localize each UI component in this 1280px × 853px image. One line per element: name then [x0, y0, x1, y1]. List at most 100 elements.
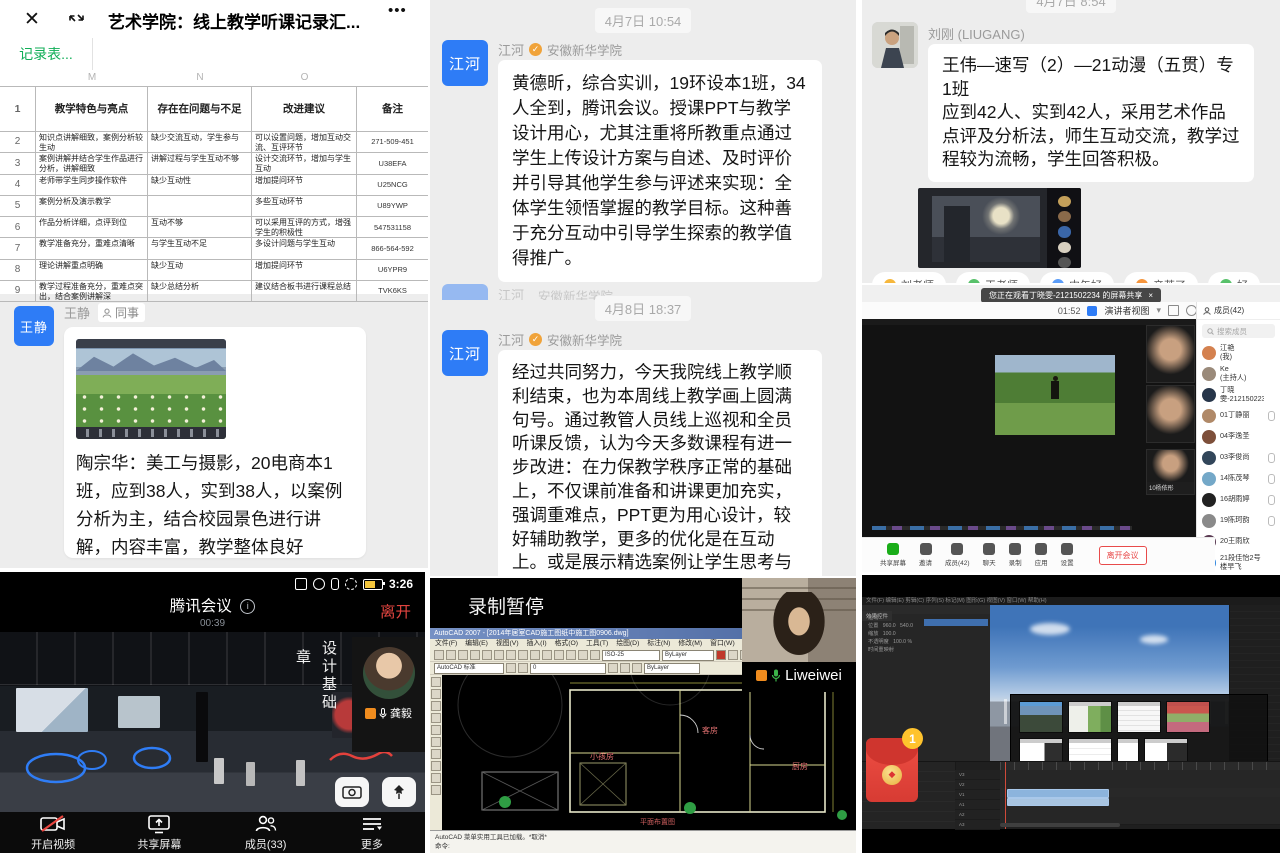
dim-style-select[interactable]: ISO-25: [602, 650, 660, 661]
alarm-icon: [313, 578, 325, 590]
effect-row: 时间重映射: [862, 646, 990, 654]
plan-title: 平面布置图: [640, 817, 675, 827]
participant-row[interactable]: 03李俊尚: [1197, 447, 1280, 468]
column-letters: LMNO: [0, 70, 428, 86]
participant-avatar: [1202, 472, 1216, 486]
workspace-select[interactable]: AutoCAD 标准: [434, 663, 504, 674]
mic-icon: [379, 708, 387, 719]
close-icon[interactable]: ✕: [24, 8, 40, 31]
menu-item[interactable]: 窗口(W): [710, 639, 735, 649]
meeting-toolbar-button[interactable]: 应用: [1035, 543, 1048, 567]
colleague-tag: 同事: [98, 303, 145, 322]
participant-row[interactable]: 江艳 (我): [1197, 342, 1280, 363]
sender-name: 刘刚 (LIUGANG): [928, 24, 1025, 43]
meeting-toolbar-button[interactable]: 邀请: [919, 543, 932, 567]
quick-reply-pill[interactable]: 辛苦了: [1124, 272, 1198, 283]
track-headers: V3V2V1A1A2A3: [955, 770, 1000, 829]
h-scrollbar[interactable]: [1000, 823, 1120, 827]
participant-row[interactable]: 19陈珂韵: [1197, 510, 1280, 531]
video-clip[interactable]: [1007, 798, 1109, 806]
menu-item[interactable]: 格式(O): [555, 639, 578, 649]
quick-reply-pill[interactable]: 中午好: [1040, 272, 1114, 283]
layout-icon: [1087, 306, 1097, 316]
sheet-tab[interactable]: 记录表...: [0, 38, 93, 70]
participant-avatar: [363, 647, 415, 699]
timeline-ruler[interactable]: [1000, 762, 1280, 770]
video-screenshot-image[interactable]: [76, 339, 226, 439]
menu-item[interactable]: 绘图(D): [616, 639, 639, 649]
members-button[interactable]: 成员(33): [213, 812, 319, 853]
mic-icon: [1268, 474, 1275, 484]
close-icon[interactable]: ×: [1148, 291, 1153, 300]
menu-item[interactable]: 工具(T): [586, 639, 608, 649]
float-window-icon[interactable]: [66, 9, 88, 32]
watching-tooltip: 您正在观看丁晓雯-2121502234 的屏幕共享 ×: [981, 288, 1161, 303]
meeting-toolbar: 开启视频 共享屏幕 成员(33) 更多: [0, 812, 425, 853]
switch-camera-button[interactable]: [335, 777, 369, 807]
search-input[interactable]: 搜索成员: [1202, 324, 1275, 338]
meeting-toolbar: 共享屏幕 邀请 成员(42) 聊天 录制 应用 设置 离开会议: [862, 537, 1215, 572]
participant-row[interactable]: 16胡雨婷: [1197, 489, 1280, 510]
playhead[interactable]: [1005, 762, 1006, 829]
start-video-button[interactable]: 开启视频: [0, 812, 106, 853]
leave-meeting-button[interactable]: 离开会议: [1099, 546, 1147, 565]
editor-menubar: 文件(F) 编辑(E) 剪辑(C) 序列(S) 标记(M) 图形(G) 视图(V…: [862, 597, 1280, 605]
participant-avatar: [1202, 409, 1216, 423]
leave-button[interactable]: 离开: [380, 600, 411, 622]
emoji-icon: [968, 279, 980, 283]
avatar[interactable]: 江河: [442, 330, 488, 376]
table-row: 3 案例讲解并结合学生作品进行分析，讲解细致 讲解过程与学生互动不够 设计交流环…: [0, 153, 428, 174]
more-menu-icon[interactable]: •••: [388, 2, 407, 19]
room-label: 厨房: [792, 761, 808, 772]
menu-item[interactable]: 插入(I): [527, 639, 547, 649]
video-clip[interactable]: [1007, 789, 1109, 798]
meeting-toolbar-button[interactable]: 设置: [1061, 543, 1074, 567]
quick-reply-pill[interactable]: 王老师: [956, 272, 1030, 283]
recording-panel: 录制暂停 Liweiwei AutoCAD 2007 - [2014年居室CAD…: [430, 578, 856, 853]
participant-thumb: [1058, 196, 1071, 207]
toolbar-icon: [951, 543, 963, 555]
presenter-webcam: Liweiwei: [742, 578, 856, 692]
meeting-toolbar-button[interactable]: 聊天: [983, 543, 996, 567]
more-button[interactable]: 更多: [319, 812, 425, 853]
pin-button[interactable]: [382, 777, 416, 807]
menu-item[interactable]: 文件(F): [435, 639, 457, 649]
date-divider: 4月8日 18:37: [595, 296, 692, 321]
info-icon[interactable]: i: [240, 599, 255, 614]
menu-item[interactable]: 编辑(E): [465, 639, 488, 649]
quick-reply-pill[interactable]: 刘老师: [872, 272, 946, 283]
quick-reply-pill[interactable]: 好: [1208, 272, 1260, 283]
menu-item[interactable]: 标注(N): [647, 639, 670, 649]
track-label: A2: [955, 810, 1000, 820]
cad-command-line[interactable]: AutoCAD 菜单实用工具已加载。*取消* 命令:: [430, 830, 856, 853]
participant-row[interactable]: Ke (主持人): [1197, 363, 1280, 384]
menu-item[interactable]: 视图(V): [496, 639, 519, 649]
participant-row[interactable]: 04李逸圣: [1197, 426, 1280, 447]
meeting-toolbar-button[interactable]: 录制: [1009, 543, 1022, 567]
fullscreen-icon[interactable]: [1168, 305, 1179, 316]
pin-icon: [391, 784, 407, 800]
avatar[interactable]: 江河: [442, 40, 488, 86]
window-thumbnail[interactable]: [1068, 701, 1112, 733]
share-screen-button[interactable]: 共享屏幕: [106, 812, 212, 853]
avatar[interactable]: 王静: [14, 306, 54, 346]
webcam-tile: [1146, 325, 1195, 383]
participant-row[interactable]: 01丁静丽: [1197, 405, 1280, 426]
artwork-screenshot-image[interactable]: [918, 188, 1081, 268]
slide-text-vertical: 设计基础: [318, 640, 339, 712]
view-mode-select[interactable]: 演讲者视图: [1104, 304, 1149, 317]
window-thumbnail[interactable]: [1117, 701, 1161, 733]
layer-select[interactable]: 0: [530, 663, 606, 674]
avatar[interactable]: [872, 22, 918, 68]
participant-row[interactable]: 14陈茂琴: [1197, 468, 1280, 489]
participant-row[interactable]: 丁晓雯-2121502234: [1197, 384, 1280, 405]
color-select[interactable]: ByLayer: [662, 650, 714, 661]
menu-item[interactable]: 修改(M): [678, 639, 702, 649]
window-thumbnail[interactable]: [1019, 701, 1063, 733]
slide-text: 章: [296, 646, 311, 667]
window-thumbnail[interactable]: [1166, 701, 1210, 733]
table-row: 2 知识点讲解细致，案例分析较生动 缺少交流互动，学生参与 可以设置问题，增加互…: [0, 132, 428, 153]
meeting-toolbar-button[interactable]: 成员(42): [945, 543, 970, 567]
track-label: A1: [955, 800, 1000, 810]
meeting-toolbar-button[interactable]: 共享屏幕: [880, 543, 906, 567]
